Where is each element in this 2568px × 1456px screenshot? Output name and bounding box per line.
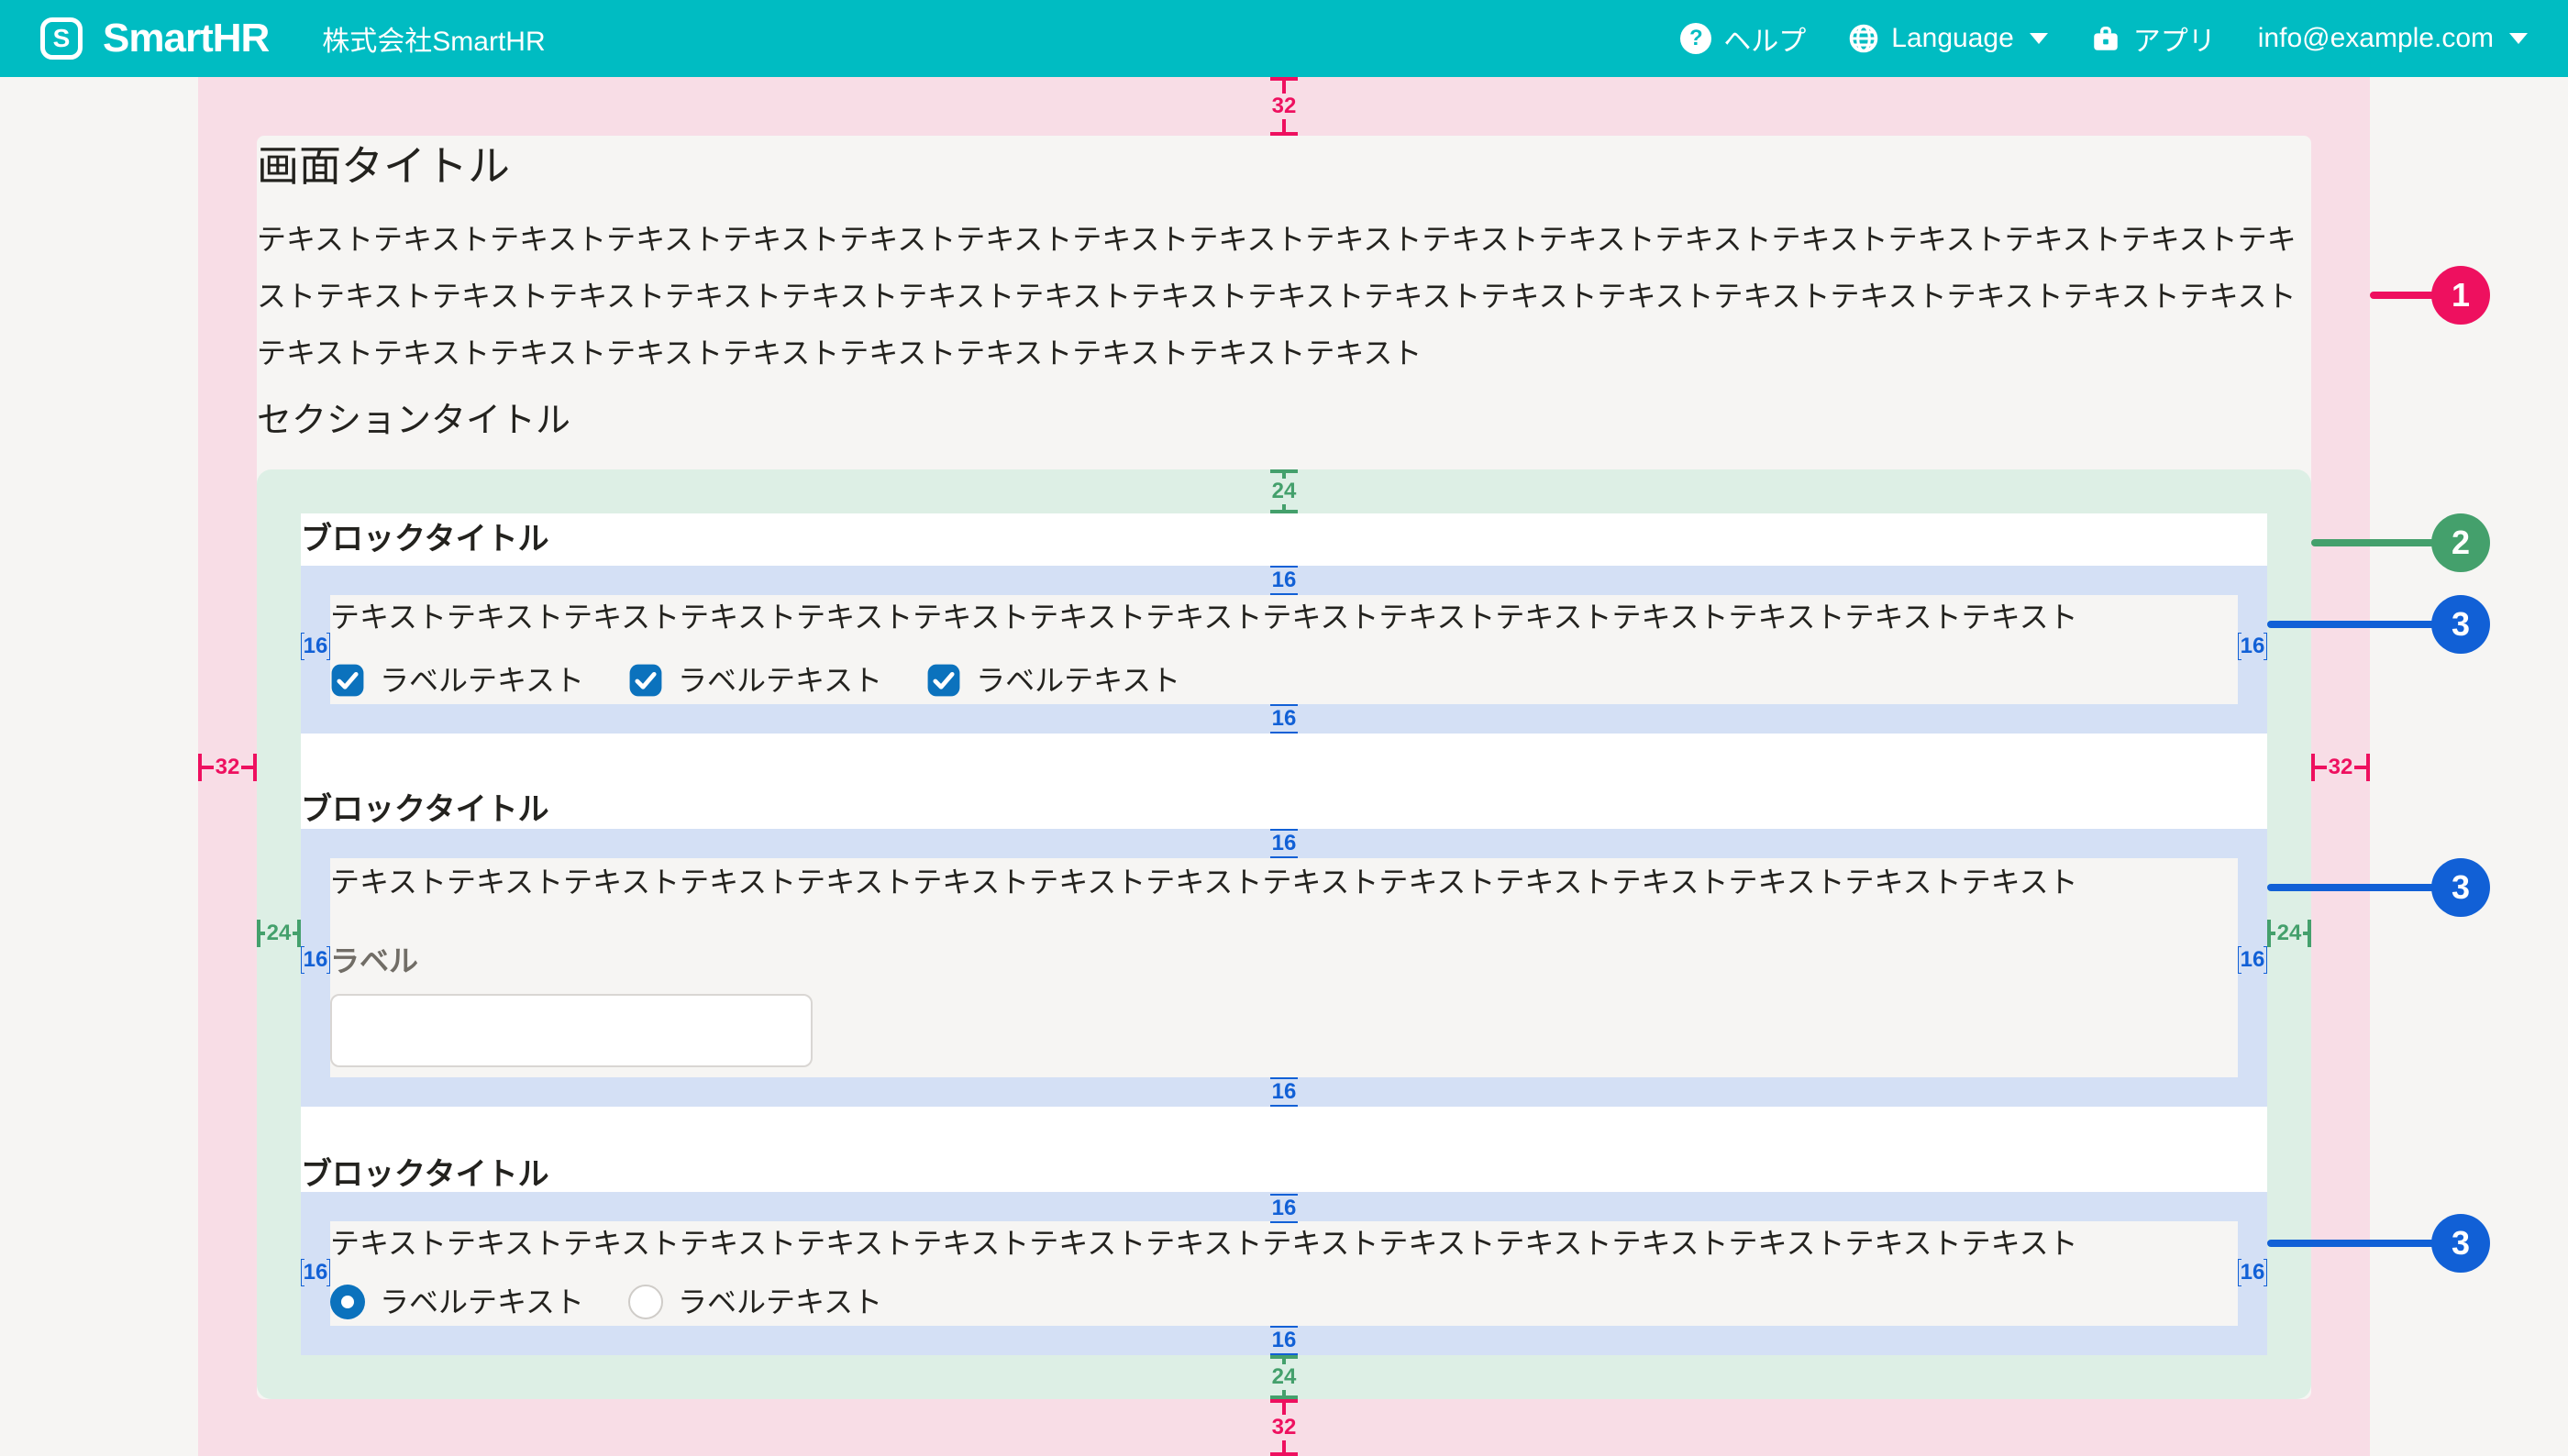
radio-label: ラベルテキスト <box>678 1284 882 1320</box>
checkbox-label: ラベルテキスト <box>976 662 1180 699</box>
language-label: Language <box>1891 23 2013 54</box>
section-card: ブロックタイトル テキストテキストテキストテキストテキストテキストテキストテキス… <box>301 513 2267 1355</box>
apps-label: アプリ <box>2133 18 2216 59</box>
spacing-value: 16 <box>1270 1328 1299 1353</box>
spacing-marker-16: 16 <box>1264 829 1304 858</box>
checkbox-row: ラベルテキスト ラベルテキスト ラベルテキスト <box>330 660 2238 700</box>
spacing-value: 16 <box>2239 947 2267 973</box>
input-label: ラベル <box>330 943 2238 979</box>
checkbox-option[interactable]: ラベルテキスト <box>926 662 1180 699</box>
fieldset-text: テキストテキストテキストテキストテキストテキストテキストテキストテキストテキスト… <box>330 864 2238 900</box>
spacing-value: 16 <box>1270 1079 1299 1105</box>
help-icon: ? <box>1680 23 1711 54</box>
help-label: ヘルプ <box>1723 18 1806 59</box>
spacing-value: 24 <box>1270 1364 1299 1390</box>
spacing-value: 24 <box>2275 921 2304 946</box>
fieldset-text: テキストテキストテキストテキストテキストテキストテキストテキストテキストテキスト… <box>330 599 2238 635</box>
form-margin-16-band: テキストテキストテキストテキストテキストテキストテキストテキストテキストテキスト… <box>301 829 2267 1107</box>
annotation-badge: 3 <box>2431 858 2490 917</box>
caret-down-icon <box>2509 33 2528 44</box>
spacing-value: 16 <box>2239 1260 2267 1285</box>
annotation-badge: 3 <box>2431 1214 2490 1273</box>
spacing-value: 16 <box>1270 1196 1299 1221</box>
spacing-marker-16: 16 <box>1264 1194 1304 1223</box>
smarthr-wordmark: SmartHR <box>103 16 269 61</box>
spacing-value: 16 <box>302 634 330 659</box>
account-dropdown[interactable]: info@example.com <box>2258 23 2528 54</box>
checkbox-checked-icon[interactable] <box>926 663 961 698</box>
help-link[interactable]: ? ヘルプ <box>1680 18 1806 59</box>
spacing-value: 16 <box>1270 568 1299 593</box>
spacing-marker-16: 16 <box>301 1257 330 1288</box>
globe-icon <box>1848 23 1879 54</box>
checkbox-label: ラベルテキスト <box>380 662 584 699</box>
radio-selected-icon[interactable] <box>330 1285 365 1319</box>
account-email: info@example.com <box>2258 23 2494 54</box>
spacing-marker-32: 32 <box>1264 77 1304 136</box>
block-title: ブロックタイトル <box>301 513 2267 566</box>
checkbox-option[interactable]: ラベルテキスト <box>628 662 882 699</box>
spacing-marker-16: 16 <box>2238 1257 2267 1288</box>
block-title: ブロックタイトル <box>301 778 2267 829</box>
fieldset-text: テキストテキストテキストテキストテキストテキストテキストテキストテキストテキスト… <box>330 1225 2238 1262</box>
spacing-marker-24: 24 <box>2267 918 2311 949</box>
annotation-badge: 1 <box>2431 266 2490 325</box>
spacing-marker-32: 32 <box>1264 1399 1304 1456</box>
spacing-marker-24: 24 <box>1264 1355 1304 1399</box>
caret-down-icon <box>2030 33 2048 44</box>
spacing-value: 32 <box>2327 755 2355 780</box>
spacing-marker-24: 24 <box>1264 469 1304 513</box>
block-title: ブロックタイトル <box>301 1151 2267 1192</box>
radio-row: ラベルテキスト ラベルテキスト <box>330 1282 2238 1322</box>
spacing-value: 16 <box>302 947 330 973</box>
spacing-value: 32 <box>214 755 242 780</box>
spacing-value: 16 <box>2239 634 2267 659</box>
spacing-marker-32: 32 <box>2311 752 2370 783</box>
smarthr-spacing-guide-page: S SmartHR 株式会社SmartHR ? ヘルプ Language <box>0 0 2568 1456</box>
spacing-marker-24: 24 <box>257 918 301 949</box>
apps-menu[interactable]: アプリ <box>2090 18 2216 59</box>
annotation-badge: 3 <box>2431 595 2490 654</box>
spacing-value: 16 <box>302 1260 330 1285</box>
spacing-marker-16: 16 <box>2238 944 2267 976</box>
apps-icon <box>2090 23 2121 54</box>
spacing-marker-16: 16 <box>1264 1326 1304 1355</box>
annotation-badge: 2 <box>2431 513 2490 572</box>
checkbox-option[interactable]: ラベルテキスト <box>330 662 584 699</box>
page-title: 画面タイトル <box>257 136 2311 196</box>
checkbox-checked-icon[interactable] <box>628 663 663 698</box>
radio-option[interactable]: ラベルテキスト <box>330 1284 584 1320</box>
spacing-value: 16 <box>1270 831 1299 856</box>
spacing-marker-32: 32 <box>198 752 257 783</box>
spacing-value: 16 <box>1270 706 1299 732</box>
text-input[interactable] <box>330 994 813 1067</box>
spacing-marker-16: 16 <box>301 944 330 976</box>
spacing-value: 24 <box>265 921 293 946</box>
radio-unselected-icon[interactable] <box>628 1285 663 1319</box>
brand-area[interactable]: S SmartHR 株式会社SmartHR <box>40 16 546 61</box>
app-header: S SmartHR 株式会社SmartHR ? ヘルプ Language <box>0 0 2568 77</box>
fieldset: テキストテキストテキストテキストテキストテキストテキストテキストテキストテキスト… <box>330 858 2238 1077</box>
section-padding-24-band: ブロックタイトル テキストテキストテキストテキストテキストテキストテキストテキス… <box>257 469 2311 1399</box>
fieldset: テキストテキストテキストテキストテキストテキストテキストテキストテキストテキスト… <box>330 1221 2238 1326</box>
fieldset: テキストテキストテキストテキストテキストテキストテキストテキストテキストテキスト… <box>330 595 2238 704</box>
spacing-marker-16: 16 <box>2238 631 2267 662</box>
tenant-name: 株式会社SmartHR <box>322 18 545 59</box>
spacing-marker-16: 16 <box>1264 566 1304 595</box>
section-title: セクションタイトル <box>257 396 2311 446</box>
radio-option[interactable]: ラベルテキスト <box>628 1284 882 1320</box>
checkbox-label: ラベルテキスト <box>678 662 882 699</box>
radio-label: ラベルテキスト <box>380 1284 584 1320</box>
spacing-marker-16: 16 <box>1264 1077 1304 1107</box>
smarthr-logo-icon: S <box>40 17 83 60</box>
lead-text: テキストテキストテキストテキストテキストテキストテキストテキストテキストテキスト… <box>257 211 2311 381</box>
spacing-value: 32 <box>1270 94 1299 119</box>
header-nav: ? ヘルプ Language アプリ <box>1680 18 2528 59</box>
spacing-marker-16: 16 <box>301 631 330 662</box>
spacing-value: 32 <box>1270 1415 1299 1440</box>
checkbox-checked-icon[interactable] <box>330 663 365 698</box>
spacing-marker-16: 16 <box>1264 704 1304 734</box>
language-dropdown[interactable]: Language <box>1848 23 2047 54</box>
spacing-value: 24 <box>1270 479 1299 504</box>
